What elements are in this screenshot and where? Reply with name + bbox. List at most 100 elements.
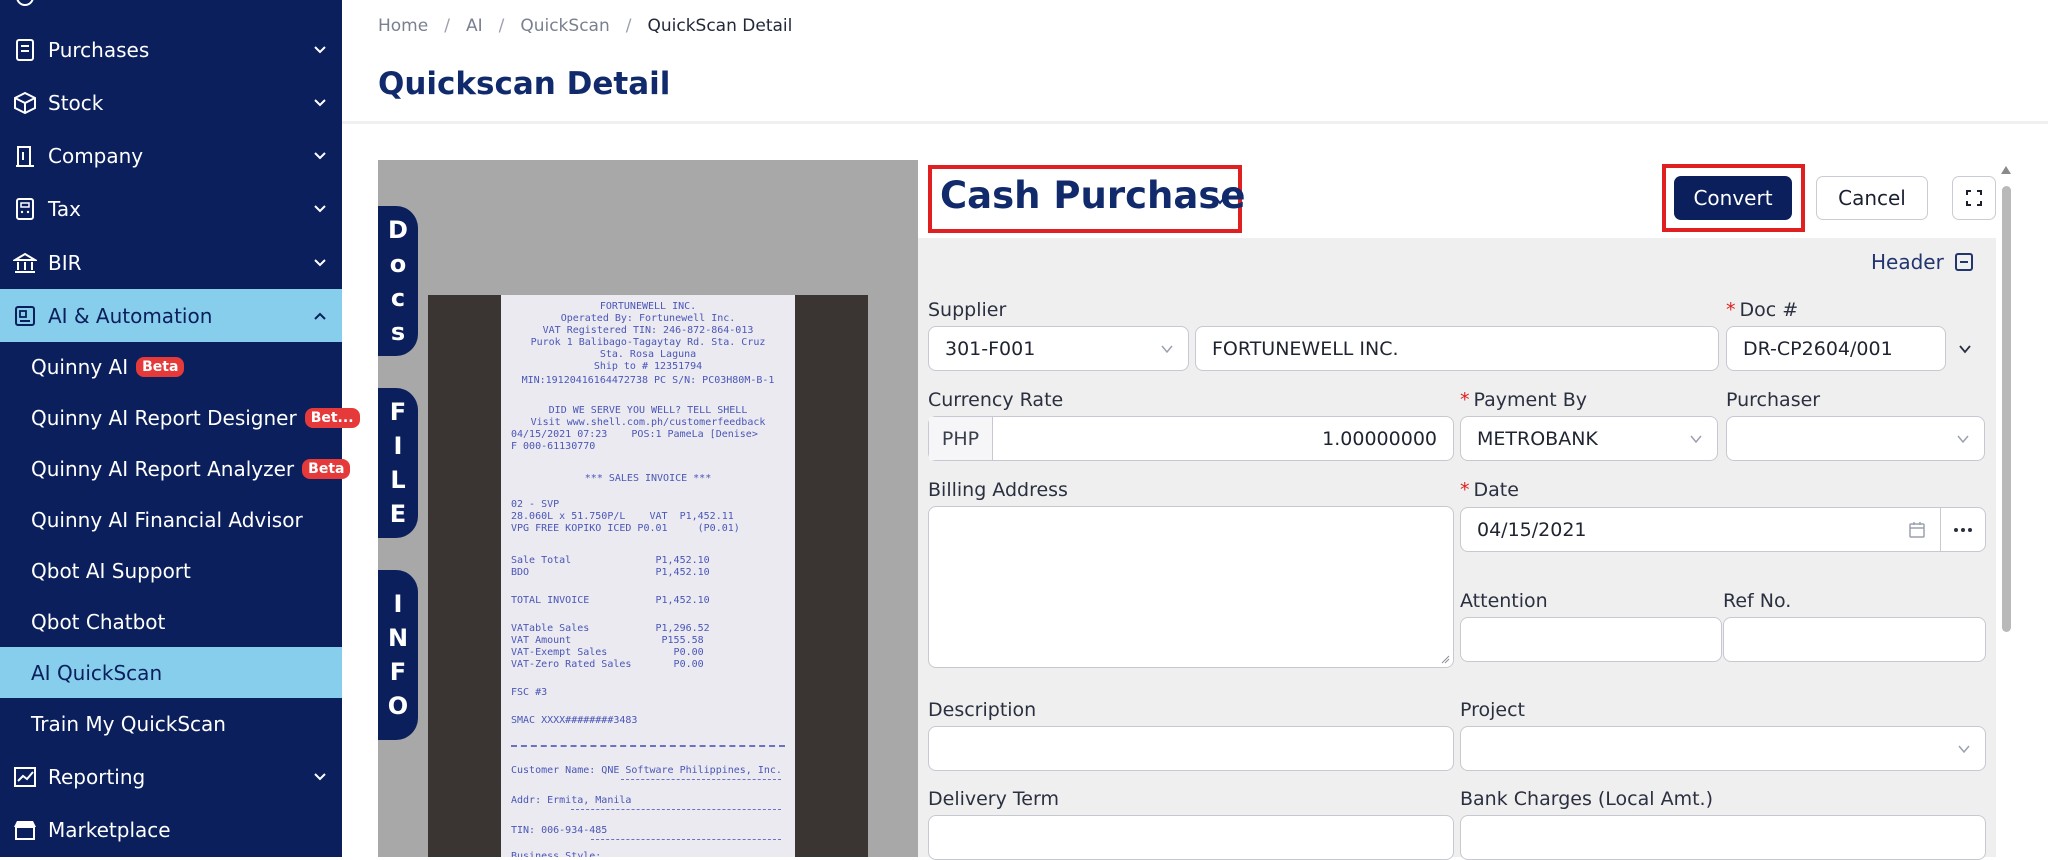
- receipt-line: F 000-61130770: [511, 441, 596, 452]
- supplier-name-field[interactable]: FORTUNEWELL INC.: [1195, 326, 1719, 371]
- sidebar-subitem-financial-advisor[interactable]: Quinny AI Financial Advisor: [0, 494, 342, 545]
- header-toggle[interactable]: Header: [1871, 250, 1944, 274]
- scroll-up-icon[interactable]: [2000, 164, 2012, 176]
- sidebar-subitem-report-analyzer[interactable]: Quinny AI Report Analyzer Beta: [0, 443, 351, 494]
- tax-icon: [12, 196, 38, 222]
- currency-code: PHP: [929, 417, 993, 460]
- payment-select[interactable]: METROBANK: [1460, 416, 1718, 461]
- sidebar-subitem-label: Quinny AI Report Designer: [31, 405, 297, 430]
- receipt-line: FORTUNEWELL INC.: [599, 301, 697, 312]
- doctype-select[interactable]: Cash Purchase: [940, 174, 1245, 217]
- date-value: 04/15/2021: [1477, 518, 1587, 541]
- tab-letter: O: [387, 692, 409, 720]
- tab-info[interactable]: INFO: [378, 570, 418, 740]
- sidebar-subitem-report-designer[interactable]: Quinny AI Report Designer Bet...: [0, 392, 360, 443]
- receipt-line: 02 - SVP: [511, 499, 560, 510]
- sidebar-item-sales[interactable]: [0, 0, 342, 23]
- receipt-line: *** SALES INVOICE ***: [584, 473, 712, 484]
- payment-value: METROBANK: [1477, 427, 1598, 450]
- billing-label: Billing Address: [928, 479, 1068, 501]
- receipt-line: Addr: Ermita, Manila: [511, 795, 632, 806]
- sidebar-item-label: Stock: [48, 90, 104, 115]
- sidebar-item-reporting[interactable]: Reporting: [0, 750, 342, 803]
- sidebar-item-ai-automation[interactable]: AI & Automation: [0, 289, 342, 342]
- chevron-down-icon[interactable]: [1213, 193, 1227, 207]
- receipt-line: VATable Sales P1,296.52: [511, 623, 710, 634]
- receipt-line: Visit www.shell.com.ph/customerfeedback: [530, 417, 766, 428]
- collapse-icon[interactable]: [1955, 253, 1973, 271]
- date-field[interactable]: 04/15/2021: [1460, 507, 1941, 552]
- sidebar-subitem-quinny-ai[interactable]: Quinny AI Beta: [0, 341, 342, 392]
- beta-badge: Beta: [136, 356, 185, 377]
- ai-icon: [12, 303, 38, 329]
- billing-address-textarea[interactable]: [928, 506, 1454, 668]
- description-field[interactable]: [928, 726, 1454, 771]
- currency-label: Currency Rate: [928, 389, 1064, 411]
- breadcrumb-separator: /: [498, 16, 505, 36]
- divider: [342, 121, 2048, 124]
- breadcrumb-home[interactable]: Home: [378, 16, 428, 36]
- date-more-button[interactable]: [1940, 507, 1986, 552]
- receipt-line: Sta. Rosa Laguna: [599, 349, 697, 360]
- sidebar-item-stock[interactable]: Stock: [0, 76, 342, 129]
- chevron-down-icon[interactable]: [1958, 342, 1972, 356]
- sidebar-subitem-qbot-support[interactable]: Qbot AI Support: [0, 545, 342, 596]
- tab-file[interactable]: FILE: [378, 388, 418, 538]
- resize-handle-icon[interactable]: [1440, 654, 1450, 664]
- attention-field[interactable]: [1460, 617, 1722, 662]
- sidebar-subitem-label: AI QuickScan: [31, 660, 163, 685]
- chevron-down-icon: [1161, 345, 1173, 353]
- breadcrumb: Home / AI / QuickScan / QuickScan Detail: [378, 16, 792, 36]
- fullscreen-icon: [1966, 190, 1982, 206]
- chevron-down-icon: [314, 204, 326, 212]
- signature-line: [591, 839, 781, 840]
- scrollbar-thumb[interactable]: [2002, 186, 2011, 632]
- calendar-icon[interactable]: [1908, 521, 1926, 539]
- document-viewer: Docs FILE INFO FORTUNEWELL INC. Operated …: [378, 160, 918, 857]
- chart-icon: [12, 764, 38, 790]
- attention-label: Attention: [1460, 590, 1548, 612]
- breadcrumb-ai[interactable]: AI: [466, 16, 483, 36]
- receipt-divider: [511, 745, 785, 747]
- receipt-line: DID WE SERVE YOU WELL? TELL SHELL: [548, 405, 748, 416]
- breadcrumb-current: QuickScan Detail: [647, 16, 793, 36]
- sidebar-item-bir[interactable]: BIR: [0, 236, 342, 289]
- convert-button[interactable]: Convert: [1674, 176, 1792, 220]
- receipt-line: SMAC XXXX########3483: [511, 715, 638, 726]
- bank-charges-field[interactable]: [1460, 815, 1986, 860]
- breadcrumb-separator: /: [444, 16, 450, 36]
- tab-docs[interactable]: Docs: [378, 206, 418, 356]
- sidebar-item-purchases[interactable]: Purchases: [0, 23, 342, 76]
- fullscreen-button[interactable]: [1952, 176, 1996, 220]
- purchaser-label: Purchaser: [1726, 389, 1821, 411]
- purchaser-select[interactable]: [1726, 416, 1985, 461]
- sidebar-item-company[interactable]: Company: [0, 129, 342, 182]
- tab-letter: o: [389, 250, 407, 278]
- receipt-line: Sale Total P1,452.10: [511, 555, 710, 566]
- docno-field[interactable]: DR-CP2604/001: [1726, 326, 1946, 371]
- currency-rate-field[interactable]: PHP 1.00000000: [928, 416, 1454, 461]
- receipt-line: FSC #3: [511, 687, 548, 698]
- receipt-line: TIN: 006-934-485: [511, 825, 608, 836]
- tab-letter: F: [389, 658, 407, 686]
- supplier-code-select[interactable]: 301-F001: [928, 326, 1189, 371]
- refno-field[interactable]: [1723, 617, 1986, 662]
- tab-docs-label: Docs: [388, 213, 408, 349]
- tab-letter: N: [387, 624, 409, 652]
- sales-icon: [12, 0, 38, 10]
- cancel-button[interactable]: Cancel: [1816, 176, 1928, 220]
- tab-letter: c: [390, 284, 406, 312]
- sidebar-subitem-qbot-chatbot[interactable]: Qbot Chatbot: [0, 596, 342, 647]
- sidebar-item-marketplace[interactable]: Marketplace: [0, 803, 342, 856]
- sidebar-subitem-ai-quickscan[interactable]: AI QuickScan: [0, 647, 342, 698]
- tab-letter: F: [389, 398, 407, 426]
- project-select[interactable]: [1460, 726, 1986, 771]
- sidebar-subitem-train-quickscan[interactable]: Train My QuickScan: [0, 698, 342, 749]
- receipt-line: VAT-Zero Rated Sales P0.00: [511, 659, 704, 670]
- tab-letter: L: [390, 466, 406, 494]
- sidebar-subitem-label: Train My QuickScan: [31, 711, 226, 736]
- chevron-down-icon: [1958, 745, 1970, 753]
- delivery-term-field[interactable]: [928, 815, 1454, 860]
- sidebar-item-tax[interactable]: Tax: [0, 182, 342, 235]
- breadcrumb-quickscan[interactable]: QuickScan: [520, 16, 609, 36]
